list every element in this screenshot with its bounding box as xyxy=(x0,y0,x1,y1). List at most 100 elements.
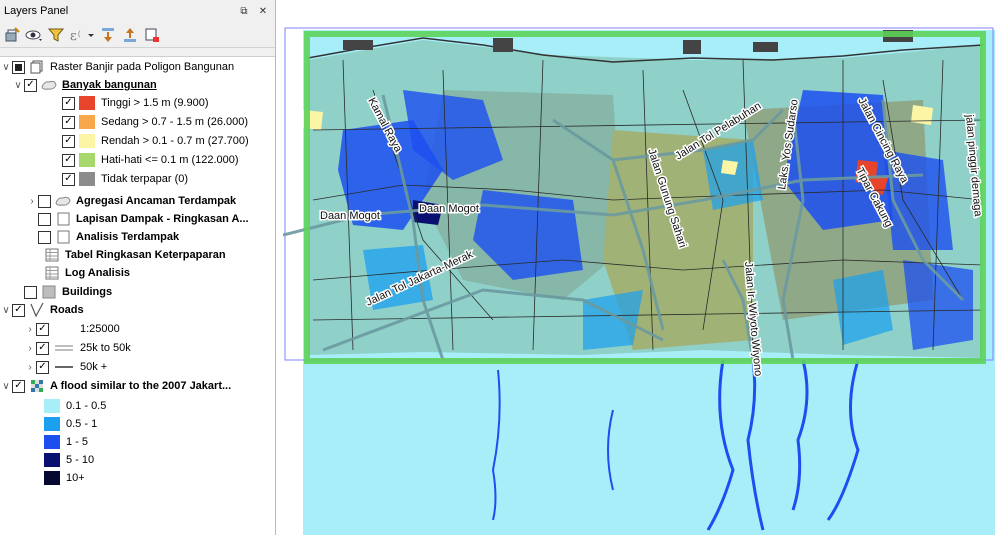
roads-class-label: 1:25000 xyxy=(80,323,120,335)
layer-roads[interactable]: ∨ ✓ Roads xyxy=(0,301,275,319)
expand-arrow-icon[interactable]: › xyxy=(26,196,38,207)
layer-checkbox[interactable]: ✓ xyxy=(24,78,37,92)
road-label: Daan Mogot xyxy=(419,203,479,215)
panel-title-bar: Layers Panel ⧉ ✕ xyxy=(0,0,275,22)
flood-class-row: 1 - 5 xyxy=(0,433,275,451)
layer-checkbox[interactable]: ✓ xyxy=(12,379,25,393)
layer-analisis[interactable]: Analisis Terdampak xyxy=(0,228,275,246)
raster-layer-icon xyxy=(29,379,45,393)
flood-class-row: 5 - 10 xyxy=(0,451,275,469)
legend-swatch xyxy=(44,453,60,467)
expand-arrow-icon[interactable]: › xyxy=(24,362,36,373)
layer-label: Banyak bangunan xyxy=(62,79,157,91)
open-layer-styling-icon[interactable] xyxy=(3,26,21,44)
double-line-symbol-icon xyxy=(53,341,75,355)
expand-arrow-icon[interactable]: ∨ xyxy=(0,305,12,316)
legend-class-label: 0.1 - 0.5 xyxy=(66,400,107,412)
panel-title: Layers Panel xyxy=(4,5,69,17)
legend-class-row[interactable]: ✓ Hati-hati <= 0.1 m (122.000) xyxy=(0,151,275,169)
legend-class-label: Rendah > 0.1 - 0.7 m (27.700) xyxy=(101,135,249,147)
layer-label: Lapisan Dampak - Ringkasan A... xyxy=(76,213,249,225)
legend-class-row[interactable]: ✓ Sedang > 0.7 - 1.5 m (26.000) xyxy=(0,113,275,131)
filter-expression-icon[interactable]: ε( xyxy=(69,26,95,44)
layers-panel: Layers Panel ⧉ ✕ ε( ∨ Raster Banjir pada… xyxy=(0,0,276,535)
layer-checkbox[interactable] xyxy=(38,230,51,244)
layer-label: A flood similar to the 2007 Jakart... xyxy=(50,380,232,392)
expand-all-icon[interactable] xyxy=(99,26,117,44)
roads-class-label: 25k to 50k xyxy=(80,342,131,354)
svg-text:(: ( xyxy=(78,31,81,38)
polygon-square-icon xyxy=(41,285,57,299)
legend-class-label: Hati-hati <= 0.1 m (122.000) xyxy=(101,154,239,166)
polygon-layer-icon xyxy=(41,78,57,92)
roads-class-row[interactable]: › ✓ 50k + xyxy=(0,358,275,376)
filter-legend-icon[interactable] xyxy=(47,26,65,44)
road-label: Daan Mogot xyxy=(320,210,380,222)
layer-checkbox[interactable] xyxy=(24,285,37,299)
line-layer-icon xyxy=(29,302,45,318)
expand-arrow-icon[interactable]: ∨ xyxy=(0,381,12,392)
layer-buildings[interactable]: Buildings xyxy=(0,283,275,301)
layer-label: Tabel Ringkasan Keterpaparan xyxy=(65,249,226,261)
table-layer-icon xyxy=(55,212,71,226)
legend-swatch xyxy=(44,399,60,413)
roads-class-row[interactable]: › ✓ 1:25000 xyxy=(0,320,275,338)
layer-checkbox[interactable] xyxy=(12,60,25,74)
svg-text:ε: ε xyxy=(70,29,77,43)
line-symbol-icon xyxy=(53,360,75,374)
manage-visibility-icon[interactable] xyxy=(25,26,43,44)
legend-class-label: 1 - 5 xyxy=(66,436,89,448)
layer-label: Analisis Terdampak xyxy=(76,231,180,243)
layer-log[interactable]: Log Analisis xyxy=(0,264,275,282)
layer-label: Log Analisis xyxy=(65,267,130,279)
legend-class-label: Tinggi > 1.5 m (9.900) xyxy=(101,97,209,109)
close-icon[interactable]: ✕ xyxy=(256,4,270,18)
layer-tabel[interactable]: Tabel Ringkasan Keterpaparan xyxy=(0,246,275,264)
map-canvas[interactable]: Kamal Raya Daan Mogot Daan Mogot Jalan T… xyxy=(283,0,995,535)
restore-icon[interactable]: ⧉ xyxy=(237,4,251,18)
remove-layer-icon[interactable] xyxy=(143,26,161,44)
layers-toolbar: ε( xyxy=(0,22,275,48)
layer-flood-raster[interactable]: ∨ ✓ A flood similar to the 2007 Jakart..… xyxy=(0,377,275,395)
layer-checkbox[interactable] xyxy=(38,194,51,208)
class-checkbox[interactable]: ✓ xyxy=(62,115,75,129)
legend-class-label: 5 - 10 xyxy=(66,454,95,466)
flood-class-row: 0.5 - 1 xyxy=(0,415,275,433)
class-checkbox[interactable]: ✓ xyxy=(62,96,75,110)
legend-class-label: Tidak terpapar (0) xyxy=(101,173,189,185)
layer-banyak-bangunan[interactable]: ∨ ✓ Banyak bangunan xyxy=(0,76,275,94)
layer-tree: ∨ Raster Banjir pada Poligon Bangunan ∨ … xyxy=(0,56,275,535)
class-checkbox[interactable]: ✓ xyxy=(62,134,75,148)
class-checkbox[interactable]: ✓ xyxy=(36,360,49,374)
legend-class-row[interactable]: ✓ Tidak terpapar (0) xyxy=(0,170,275,188)
expand-arrow-icon[interactable]: ∨ xyxy=(0,62,12,73)
expand-arrow-icon[interactable]: › xyxy=(24,324,36,335)
layer-label: Raster Banjir pada Poligon Bangunan xyxy=(50,61,235,73)
layer-checkbox[interactable]: ✓ xyxy=(12,303,25,317)
legend-class-row[interactable]: ✓ Rendah > 0.1 - 0.7 m (27.700) xyxy=(0,132,275,150)
flood-class-row: 0.1 - 0.5 xyxy=(0,397,275,415)
legend-class-label: 10+ xyxy=(66,472,85,484)
line-symbol-icon xyxy=(53,322,75,336)
collapse-all-icon[interactable] xyxy=(121,26,139,44)
roads-class-row[interactable]: › ✓ 25k to 50k xyxy=(0,339,275,357)
table-layer-icon xyxy=(55,230,71,244)
layer-label: Roads xyxy=(50,304,84,316)
expand-arrow-icon[interactable]: ∨ xyxy=(12,80,24,91)
legend-swatch xyxy=(44,435,60,449)
map-svg[interactable]: Kamal Raya Daan Mogot Daan Mogot Jalan T… xyxy=(283,0,995,535)
legend-class-label: Sedang > 0.7 - 1.5 m (26.000) xyxy=(101,116,249,128)
class-checkbox[interactable]: ✓ xyxy=(36,322,49,336)
legend-swatch xyxy=(79,153,95,167)
layer-lapisan[interactable]: Lapisan Dampak - Ringkasan A... xyxy=(0,210,275,228)
expand-arrow-icon[interactable]: › xyxy=(24,343,36,354)
legend-swatch xyxy=(44,471,60,485)
layer-agregasi[interactable]: › Agregasi Ancaman Terdampak xyxy=(0,192,275,210)
legend-class-row[interactable]: ✓ Tinggi > 1.5 m (9.900) xyxy=(0,94,275,112)
layer-checkbox[interactable] xyxy=(38,212,51,226)
legend-swatch xyxy=(79,172,95,186)
class-checkbox[interactable]: ✓ xyxy=(62,153,75,167)
class-checkbox[interactable]: ✓ xyxy=(62,172,75,186)
layer-group-raster[interactable]: ∨ Raster Banjir pada Poligon Bangunan xyxy=(0,58,275,76)
class-checkbox[interactable]: ✓ xyxy=(36,341,49,355)
